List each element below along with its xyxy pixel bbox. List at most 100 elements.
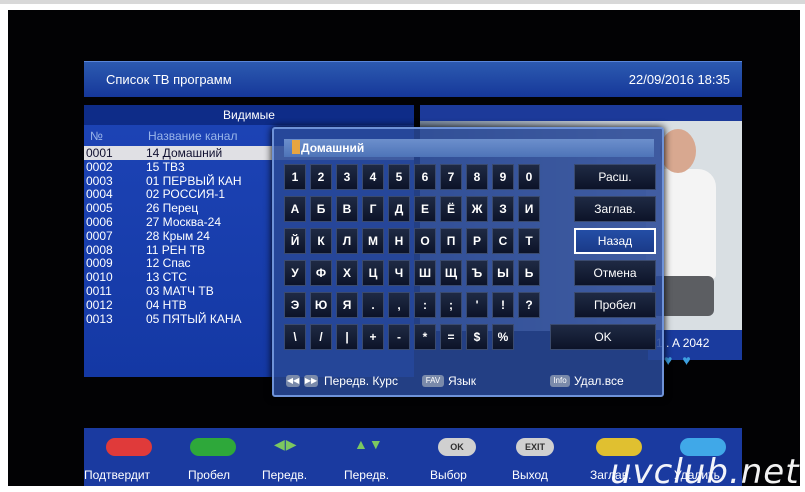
key-button[interactable]: 9 [492,164,514,190]
key-button[interactable]: 6 [414,164,436,190]
channel-number: 0009 [86,256,113,271]
key-button[interactable]: Б [310,196,332,222]
red-button[interactable] [106,438,152,456]
key-button[interactable]: Ю [310,292,332,318]
key-button[interactable]: | [336,324,358,350]
key-button[interactable]: ! [492,292,514,318]
key-button[interactable]: З [492,196,514,222]
function-key[interactable]: Отмена [574,260,656,286]
key-button[interactable]: 4 [362,164,384,190]
key-button[interactable]: % [492,324,514,350]
keyboard-row: У Ф Х Ц Ч Ш Щ Ъ Ы Ь Отмена [284,260,656,286]
key-button[interactable]: 0 [518,164,540,190]
key-button[interactable]: И [518,196,540,222]
key-button[interactable]: ? [518,292,540,318]
key-button[interactable]: Е [414,196,436,222]
ok-button[interactable]: OK [438,438,476,456]
green-button[interactable] [190,438,236,456]
keyboard-hints: ◀◀ ▶▶ Передв. Курс FAV Язык Info Удал.вс… [284,371,658,391]
function-key[interactable]: Назад [574,228,656,254]
key-button[interactable]: , [388,292,410,318]
key-button[interactable]: Я [336,292,358,318]
key-button[interactable]: \ [284,324,306,350]
channel-name: 27 Москва-24 [146,214,221,229]
site-watermark: uvclub.net [610,452,800,492]
key-button[interactable]: Ч [388,260,410,286]
function-key[interactable]: Заглав. [574,196,656,222]
key-button[interactable]: Т [518,228,540,254]
up-down-arrows-icon[interactable]: ▲▼ [354,436,384,452]
channel-name: 14 Домашний [146,146,223,160]
key-button[interactable]: 8 [466,164,488,190]
channel-name: 05 ПЯТЫЙ КАНА [146,311,242,326]
key-button[interactable]: * [414,324,436,350]
footer-label-confirm: Подтвердит [84,468,151,482]
key-button[interactable]: П [440,228,462,254]
key-button[interactable]: $ [466,324,488,350]
key-button[interactable]: . [362,292,384,318]
key-button[interactable]: + [362,324,384,350]
key-button[interactable]: Й [284,228,306,254]
key-button[interactable]: У [284,260,306,286]
channel-number: 0005 [86,201,113,216]
exit-button[interactable]: EXIT [516,438,554,456]
channel-name: 15 ТВ3 [146,159,185,174]
footer-label-move-lr: Передв. [262,468,308,482]
key-button[interactable]: ; [440,292,462,318]
heart-icons: ♥♥ [664,352,701,368]
key-button[interactable]: Х [336,260,358,286]
key-button[interactable]: : [414,292,436,318]
key-button[interactable]: Ы [492,260,514,286]
key-button[interactable]: Н [388,228,410,254]
key-button[interactable]: Ъ [466,260,488,286]
left-right-arrows-icon[interactable]: ◀▶ [274,436,298,453]
key-button[interactable]: Э [284,292,306,318]
channel-name: 13 СТС [146,270,187,285]
preview-figure-head [660,129,696,173]
channel-number: 0006 [86,214,113,229]
key-button[interactable]: М [362,228,384,254]
key-button[interactable]: ' [466,292,488,318]
channel-number: 0010 [86,270,113,285]
channel-number: 0002 [86,159,113,174]
channel-number: 0012 [86,297,113,312]
key-button[interactable]: Щ [440,260,462,286]
key-button[interactable]: А [284,196,306,222]
key-button[interactable]: Ф [310,260,332,286]
key-button[interactable]: Д [388,196,410,222]
key-button[interactable]: О [414,228,436,254]
key-button[interactable]: = [440,324,462,350]
key-button[interactable]: Ш [414,260,436,286]
key-button[interactable]: 2 [310,164,332,190]
key-button[interactable]: / [310,324,332,350]
key-button[interactable]: Г [362,196,384,222]
channel-name: 26 Перец [146,201,199,216]
key-button[interactable]: К [310,228,332,254]
key-button[interactable]: Ц [362,260,384,286]
tv-screen: Список ТВ программ 22/09/2016 18:35 Види… [8,10,800,486]
key-button[interactable]: В [336,196,358,222]
key-button[interactable]: 3 [336,164,358,190]
ok-key[interactable]: OK [550,324,656,350]
keyboard-row: 1 2 3 4 5 6 7 8 9 0 Расш. [284,164,656,190]
function-key[interactable]: Расш. [574,164,656,190]
channel-name: 28 Крым 24 [146,228,210,243]
header-bar: Список ТВ программ 22/09/2016 18:35 [84,61,742,97]
channel-number: 0013 [86,311,113,326]
key-button[interactable]: С [492,228,514,254]
keyboard-row: Э Ю Я.,:; '!? Пробел [284,292,656,318]
key-button[interactable]: Р [466,228,488,254]
key-button[interactable]: Л [336,228,358,254]
key-button[interactable]: Ж [466,196,488,222]
key-button[interactable]: - [388,324,410,350]
top-border-line [0,0,805,4]
key-button[interactable]: Ь [518,260,540,286]
key-button[interactable]: Ё [440,196,462,222]
channel-number: 0008 [86,242,113,257]
function-key[interactable]: Пробел [574,292,656,318]
keyboard-input-field[interactable]: Домашний [284,139,654,157]
key-button[interactable]: 5 [388,164,410,190]
key-button[interactable]: 7 [440,164,462,190]
fav-button-icon: FAV [422,375,444,387]
key-button[interactable]: 1 [284,164,306,190]
